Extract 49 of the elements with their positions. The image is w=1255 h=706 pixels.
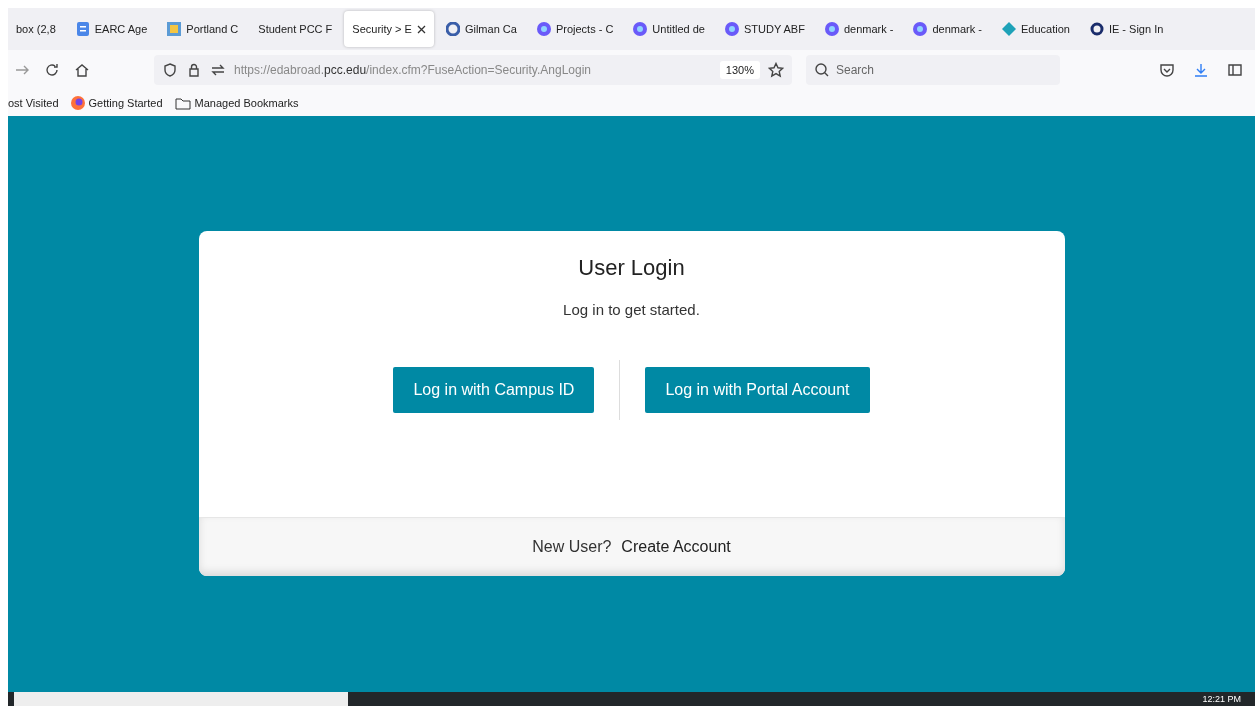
browser-tab[interactable]: EARC Age (67, 11, 156, 47)
sidebar-icon[interactable] (1227, 62, 1243, 78)
browser-tab[interactable]: box (2,8 (8, 11, 64, 47)
ring-icon (1089, 22, 1104, 36)
globe-icon (913, 22, 928, 36)
close-icon[interactable] (416, 24, 426, 34)
browser-tab[interactable]: IE - Sign In (1081, 11, 1172, 47)
globe-icon (536, 22, 551, 36)
zoom-level-button[interactable]: 130% (719, 61, 760, 79)
login-button[interactable]: Log in with Campus ID (393, 367, 595, 413)
bookmark[interactable]: Getting Started (70, 96, 163, 110)
browser-tab[interactable]: Gilman Ca (437, 11, 525, 47)
download-icon[interactable] (1193, 62, 1209, 78)
firefox-icon (70, 96, 85, 110)
home-icon[interactable] (74, 62, 90, 78)
browser-tab[interactable]: Education (993, 11, 1078, 47)
diamond-icon (1001, 22, 1016, 36)
browser-tab[interactable]: Student PCC F (250, 11, 341, 47)
browser-tab[interactable]: Untitled de (625, 11, 713, 47)
shield-icon[interactable] (162, 62, 178, 78)
browser-tab[interactable]: Projects - C (528, 11, 622, 47)
new-user-label: New User? (532, 538, 612, 556)
browser-tab[interactable]: Security > E (344, 11, 434, 47)
create-account-link[interactable]: Create Account (621, 538, 731, 556)
globe-icon (633, 22, 648, 36)
globe-icon (724, 22, 739, 36)
spreadsheet-icon (167, 22, 182, 36)
browser-tab[interactable]: denmark - (816, 11, 902, 47)
reload-icon[interactable] (44, 62, 60, 78)
bookmark[interactable]: ost Visited (8, 97, 59, 109)
login-title: User Login (578, 255, 685, 281)
star-icon[interactable] (768, 62, 784, 78)
address-bar[interactable]: https://edabroad.pcc.edu/index.cfm?FuseAction=Security.AngLogin 130% (154, 55, 792, 85)
browser-tab[interactable]: denmark - (905, 11, 990, 47)
browser-tab[interactable]: STUDY ABF (716, 11, 813, 47)
globe-icon (824, 22, 839, 36)
login-subtitle: Log in to get started. (563, 301, 700, 318)
pocket-icon[interactable] (1159, 62, 1175, 78)
folder-icon (174, 96, 191, 110)
clock-time: 12:21 PM (1202, 693, 1242, 706)
search-icon[interactable] (814, 62, 830, 78)
search-field[interactable]: Search (806, 55, 1060, 85)
taskbar-search-field[interactable] (14, 692, 348, 706)
lock-icon[interactable] (186, 62, 202, 78)
login-button[interactable]: Log in with Portal Account (645, 367, 870, 413)
browser-tab[interactable]: Portland C (159, 11, 247, 47)
bookmark[interactable]: Managed Bookmarks (174, 96, 299, 110)
swap-arrows-icon[interactable] (210, 62, 226, 78)
document-icon (75, 22, 90, 36)
